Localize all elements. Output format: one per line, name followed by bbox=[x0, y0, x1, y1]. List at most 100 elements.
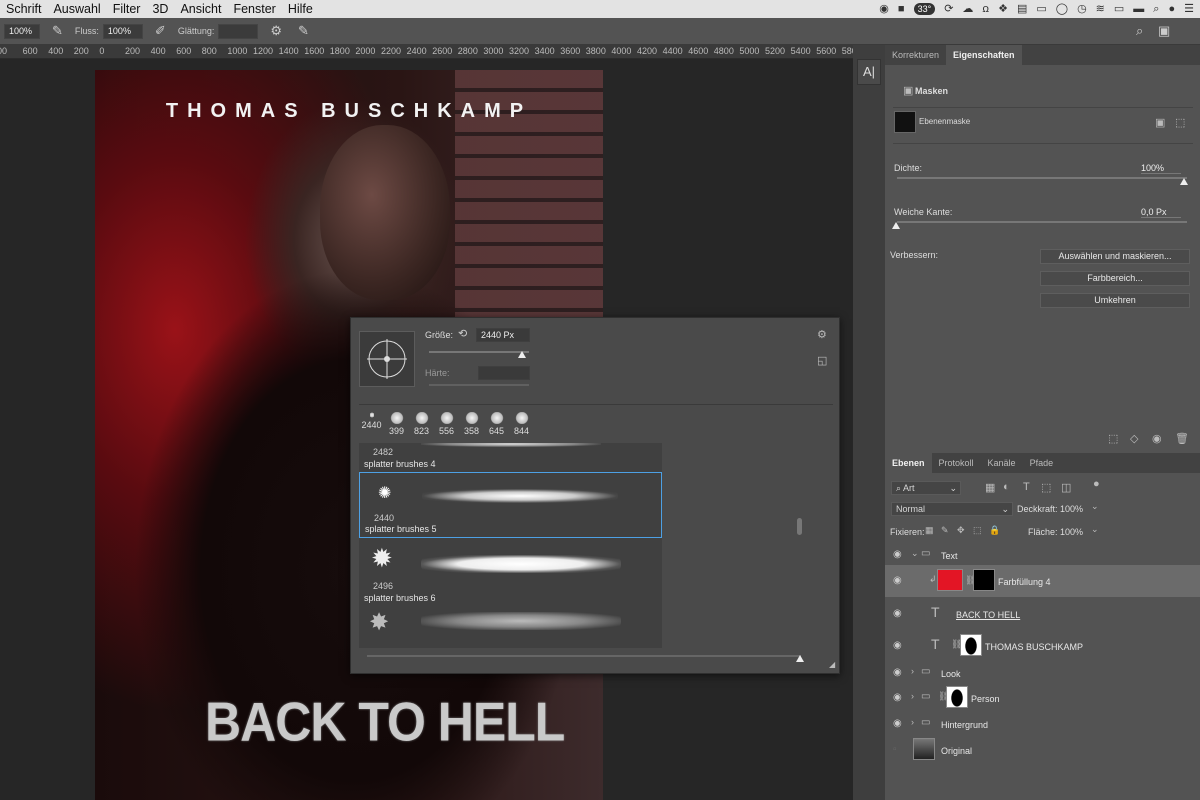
preset-brush[interactable]: 823 bbox=[409, 412, 434, 436]
density-value[interactable]: 100% bbox=[1141, 163, 1181, 174]
layer-filter-select[interactable]: ⌕ Art ⌄ bbox=[891, 481, 961, 495]
siri-icon[interactable]: ● bbox=[1168, 0, 1175, 18]
hardness-slider[interactable] bbox=[429, 384, 529, 386]
new-preset-icon[interactable]: ◱ bbox=[817, 354, 827, 367]
record-icon[interactable]: ◉ bbox=[879, 0, 889, 18]
feather-slider[interactable] bbox=[897, 221, 1187, 223]
archive-icon[interactable]: ▤ bbox=[1017, 0, 1027, 18]
layer-row[interactable]: ◉ T ⛓ THOMAS BUSCHKAMP bbox=[885, 633, 1200, 659]
cloud-icon[interactable]: ☁ bbox=[962, 0, 973, 18]
tab-kanaele[interactable]: Kanäle bbox=[981, 453, 1023, 473]
menu-schrift[interactable]: Schrift bbox=[0, 2, 47, 16]
circle-icon[interactable]: ◯ bbox=[1056, 0, 1068, 18]
layer-row-selected[interactable]: ◉ ↲ ⛓ Farbfüllung 4 bbox=[885, 565, 1200, 597]
eye-icon[interactable]: ◉ bbox=[893, 692, 902, 703]
spotlight-icon[interactable]: ⌕ bbox=[1153, 0, 1159, 18]
mask-thumbnail[interactable] bbox=[973, 569, 995, 591]
filter-pixel-icon[interactable]: ▦ bbox=[985, 481, 995, 494]
preview-size-thumb[interactable] bbox=[796, 655, 804, 662]
fill-value[interactable]: 100% bbox=[1060, 527, 1083, 537]
size-field[interactable]: 2440 Px bbox=[476, 328, 530, 342]
eye-hidden-icon[interactable]: ▫ bbox=[893, 744, 897, 755]
notification-icon[interactable]: ☰ bbox=[1184, 0, 1194, 18]
apply-mask-icon[interactable]: ◇ bbox=[1130, 432, 1138, 445]
load-selection-icon[interactable]: ⬚ bbox=[1108, 432, 1118, 445]
fill-dropdown-icon[interactable]: ⌄ bbox=[1091, 524, 1099, 535]
search-icon[interactable]: ⌕ bbox=[1136, 23, 1143, 39]
preview-size-slider[interactable] bbox=[367, 655, 801, 657]
tab-ebenen[interactable]: Ebenen bbox=[885, 453, 932, 473]
chevron-right-icon[interactable]: › bbox=[911, 717, 914, 727]
zoom-field[interactable]: 100% bbox=[4, 23, 40, 39]
eye-icon[interactable]: ◉ bbox=[893, 575, 902, 586]
lock-artboard-icon[interactable]: ⬚ bbox=[973, 525, 982, 536]
menu-fenster[interactable]: Fenster bbox=[227, 2, 281, 16]
chevron-down-icon[interactable]: ⌄ bbox=[911, 548, 919, 559]
character-panel-icon[interactable]: A| bbox=[857, 59, 881, 85]
feather-value[interactable]: 0,0 Px bbox=[1141, 207, 1181, 218]
pressure-size-icon[interactable]: ✎ bbox=[298, 23, 309, 39]
tab-eigenschaften[interactable]: Eigenschaften bbox=[946, 45, 1022, 65]
chevron-right-icon[interactable]: › bbox=[911, 691, 914, 701]
mask-thumbnail[interactable] bbox=[960, 634, 982, 656]
airbrush-icon[interactable]: ✐ bbox=[155, 23, 166, 39]
lock-position-icon[interactable]: ✥ bbox=[957, 525, 965, 536]
size-slider-thumb[interactable] bbox=[518, 351, 526, 358]
lock-transparency-icon[interactable]: ▦ bbox=[925, 525, 934, 536]
workspace-icon[interactable]: ▣ bbox=[1158, 23, 1170, 39]
resize-grip-icon[interactable]: ◢ bbox=[829, 660, 835, 669]
eye-icon[interactable]: ◉ bbox=[893, 640, 902, 651]
brush-item[interactable]: 2482 splatter brushes 4 bbox=[359, 443, 662, 469]
color-range-button[interactable]: Farbbereich... bbox=[1040, 271, 1190, 286]
blend-mode-select[interactable]: Normal ⌄ bbox=[891, 502, 1013, 516]
menu-filter[interactable]: Filter bbox=[107, 2, 147, 16]
reset-size-icon[interactable]: ⟲ bbox=[458, 327, 467, 340]
layer-thumbnail[interactable] bbox=[913, 738, 935, 760]
layer-row[interactable]: ◉ › ▭ Look bbox=[885, 660, 1200, 686]
preset-brush[interactable]: 2440 bbox=[359, 412, 384, 436]
airplay-icon[interactable]: ▭ bbox=[1114, 0, 1124, 18]
menu-ansicht[interactable]: Ansicht bbox=[174, 2, 227, 16]
density-slider[interactable] bbox=[897, 177, 1187, 179]
tab-protokoll[interactable]: Protokoll bbox=[932, 453, 981, 473]
trash-icon[interactable]: 🗑 bbox=[1175, 432, 1189, 445]
density-thumb[interactable] bbox=[1180, 178, 1188, 185]
brush-list[interactable]: 2482 splatter brushes 4 ✺ 2440 splatter … bbox=[359, 443, 662, 648]
eye-icon[interactable]: ◉ bbox=[893, 549, 902, 560]
filter-toggle-icon[interactable]: ● bbox=[1093, 478, 1100, 490]
brush-item[interactable]: ✸ bbox=[359, 606, 662, 648]
pixel-mask-icon[interactable]: ▣ bbox=[1155, 116, 1165, 129]
panel-gear-icon[interactable]: ⚙ bbox=[817, 328, 827, 341]
size-slider[interactable] bbox=[429, 351, 529, 353]
filter-smart-icon[interactable]: ◫ bbox=[1061, 481, 1071, 494]
layer-row[interactable]: ▫ Original bbox=[885, 737, 1200, 763]
mask-thumbnail[interactable] bbox=[894, 111, 916, 133]
filter-shape-icon[interactable]: ⬚ bbox=[1041, 481, 1051, 494]
fill-color-thumbnail[interactable] bbox=[937, 569, 963, 591]
eye-icon[interactable]: ◉ bbox=[893, 608, 902, 619]
square-icon[interactable]: ■ bbox=[898, 0, 905, 18]
feather-thumb[interactable] bbox=[892, 222, 900, 229]
tab-korrekturen[interactable]: Korrekturen bbox=[885, 45, 946, 65]
lock-all-icon[interactable]: 🔒 bbox=[989, 525, 1000, 536]
preset-brush[interactable]: 556 bbox=[434, 412, 459, 436]
preset-brush[interactable]: 645 bbox=[484, 412, 509, 436]
tab-pfade[interactable]: Pfade bbox=[1023, 453, 1061, 473]
layer-row[interactable]: ◉ › ▭ ⛓ Person bbox=[885, 685, 1200, 711]
menu-hilfe[interactable]: Hilfe bbox=[282, 2, 319, 16]
chevron-right-icon[interactable]: › bbox=[911, 666, 914, 676]
time-icon[interactable]: ◷ bbox=[1077, 0, 1087, 18]
flow-field[interactable]: 100% bbox=[102, 23, 143, 39]
wifi-icon[interactable]: ≋ bbox=[1096, 0, 1105, 18]
layer-row[interactable]: ◉ › ▭ Hintergrund bbox=[885, 711, 1200, 737]
eye-icon[interactable]: ◉ bbox=[893, 718, 902, 729]
filter-adjustment-icon[interactable]: ◐ bbox=[1003, 481, 1010, 493]
opacity-value[interactable]: 100% bbox=[1060, 504, 1083, 514]
brush-item[interactable]: ✹ 2496 splatter brushes 6 bbox=[359, 539, 662, 605]
layer-row[interactable]: ◉ T BACK TO HELL bbox=[885, 601, 1200, 627]
dropbox-icon[interactable]: ❖ bbox=[998, 0, 1008, 18]
smoothing-field[interactable] bbox=[218, 23, 259, 39]
brush-list-scrollbar[interactable] bbox=[797, 518, 802, 535]
filter-type-icon[interactable]: T bbox=[1023, 481, 1030, 493]
pressure-opacity-icon[interactable]: ✎ bbox=[52, 23, 63, 39]
